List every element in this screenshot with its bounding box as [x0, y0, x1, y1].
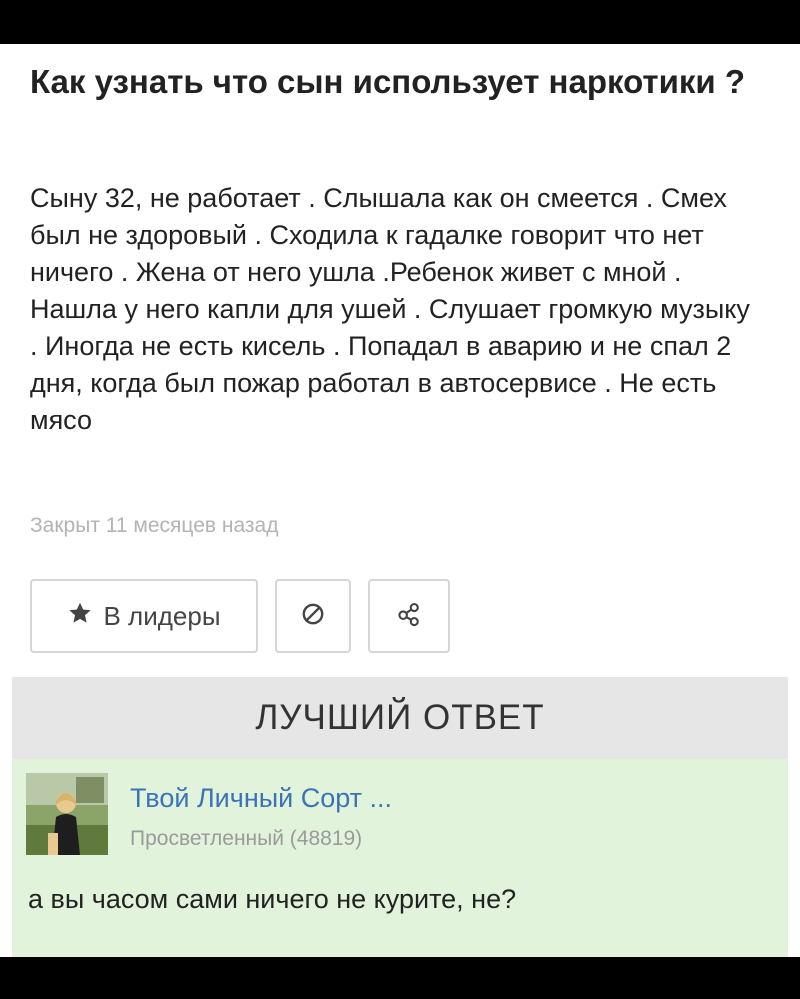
share-button[interactable] — [368, 579, 450, 653]
question-title: Как узнать что сын использует наркотики … — [30, 63, 745, 100]
share-icon — [395, 600, 423, 633]
question-body: Сыну 32, не работает . Слышала как он см… — [30, 183, 750, 435]
question-page: Как узнать что сын использует наркотики … — [0, 44, 800, 957]
best-answer-header: ЛУЧШИЙ ОТВЕТ — [12, 677, 788, 759]
block-icon — [300, 601, 326, 632]
add-to-leaders-label: В лидеры — [103, 600, 221, 631]
best-answer-card: Твой Личный Сорт ... Просветленный (4881… — [12, 759, 788, 957]
answer-author-rank: Просветленный (48819) — [130, 827, 363, 850]
star-icon — [67, 600, 93, 633]
avatar[interactable] — [26, 773, 108, 855]
answer-author-link[interactable]: Твой Личный Сорт ... — [130, 783, 392, 814]
add-to-leaders-button[interactable]: В лидеры — [30, 579, 258, 653]
report-button[interactable] — [275, 579, 351, 653]
answer-text: а вы часом сами ничего не курите, не? — [28, 884, 517, 914]
question-status: Закрыт 11 месяцев назад — [30, 514, 279, 537]
